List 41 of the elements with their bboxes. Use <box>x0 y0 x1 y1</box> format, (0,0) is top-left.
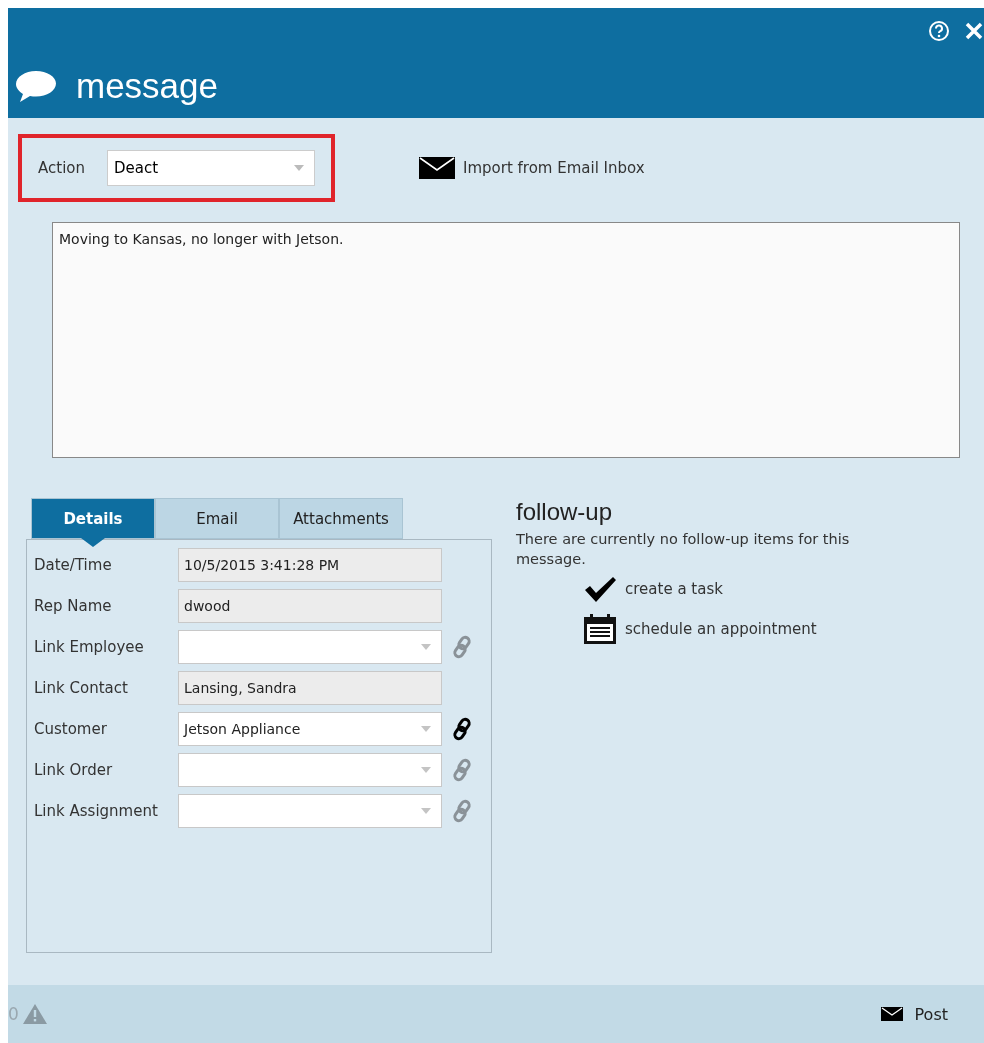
field-label: Customer <box>34 720 108 738</box>
field-label: Link Order <box>34 761 114 779</box>
envelope-icon <box>880 1007 903 1021</box>
tab[interactable]: Attachments <box>279 498 403 539</box>
tab[interactable]: Email <box>155 498 279 539</box>
speech-bubble-icon <box>14 69 58 103</box>
action-label: Action <box>38 159 85 177</box>
dropdown-field[interactable] <box>178 794 442 828</box>
tab-pointer-icon <box>81 538 105 547</box>
follow-up-link[interactable]: create a task <box>583 575 906 604</box>
caret-icon <box>294 165 304 171</box>
calendar-icon <box>583 613 617 646</box>
read-only-field: 10/5/2015 3:41:28 PM <box>178 548 442 582</box>
dropdown-field[interactable]: Jetson Appliance <box>178 712 442 746</box>
caret-icon <box>421 808 431 814</box>
follow-up-heading: follow-up <box>516 498 614 526</box>
field-label: Link Employee <box>34 638 145 656</box>
close-icon[interactable] <box>964 21 984 41</box>
read-only-field: dwood <box>178 589 442 623</box>
help-icon[interactable] <box>928 20 950 42</box>
field-label: Link Contact <box>34 679 129 697</box>
dropdown-field[interactable] <box>178 630 442 664</box>
action-dropdown[interactable]: Deact <box>107 150 315 186</box>
dropdown-field[interactable] <box>178 753 442 787</box>
follow-up-link[interactable]: schedule an appointment <box>583 613 906 646</box>
field-label: Date/Time <box>34 556 113 574</box>
caret-icon <box>421 644 431 650</box>
link-icon[interactable] <box>451 717 473 741</box>
post-button[interactable]: Post <box>874 1000 954 1028</box>
caret-icon <box>421 767 431 773</box>
field-label: Link Assignment <box>34 802 159 820</box>
window-title: message <box>76 66 219 106</box>
envelope-icon <box>419 157 455 179</box>
read-only-field: Lansing, Sandra <box>178 671 442 705</box>
checkmark-icon <box>583 575 617 604</box>
message-text-area[interactable]: Moving to Kansas, no longer with Jetson. <box>52 222 960 458</box>
field-label: Rep Name <box>34 597 113 615</box>
follow-up-note: There are currently no follow-up items for this message. <box>516 530 851 569</box>
warning-icon <box>22 1004 47 1024</box>
caret-icon <box>421 726 431 732</box>
import-email-link[interactable]: Import from Email Inbox <box>419 157 645 179</box>
